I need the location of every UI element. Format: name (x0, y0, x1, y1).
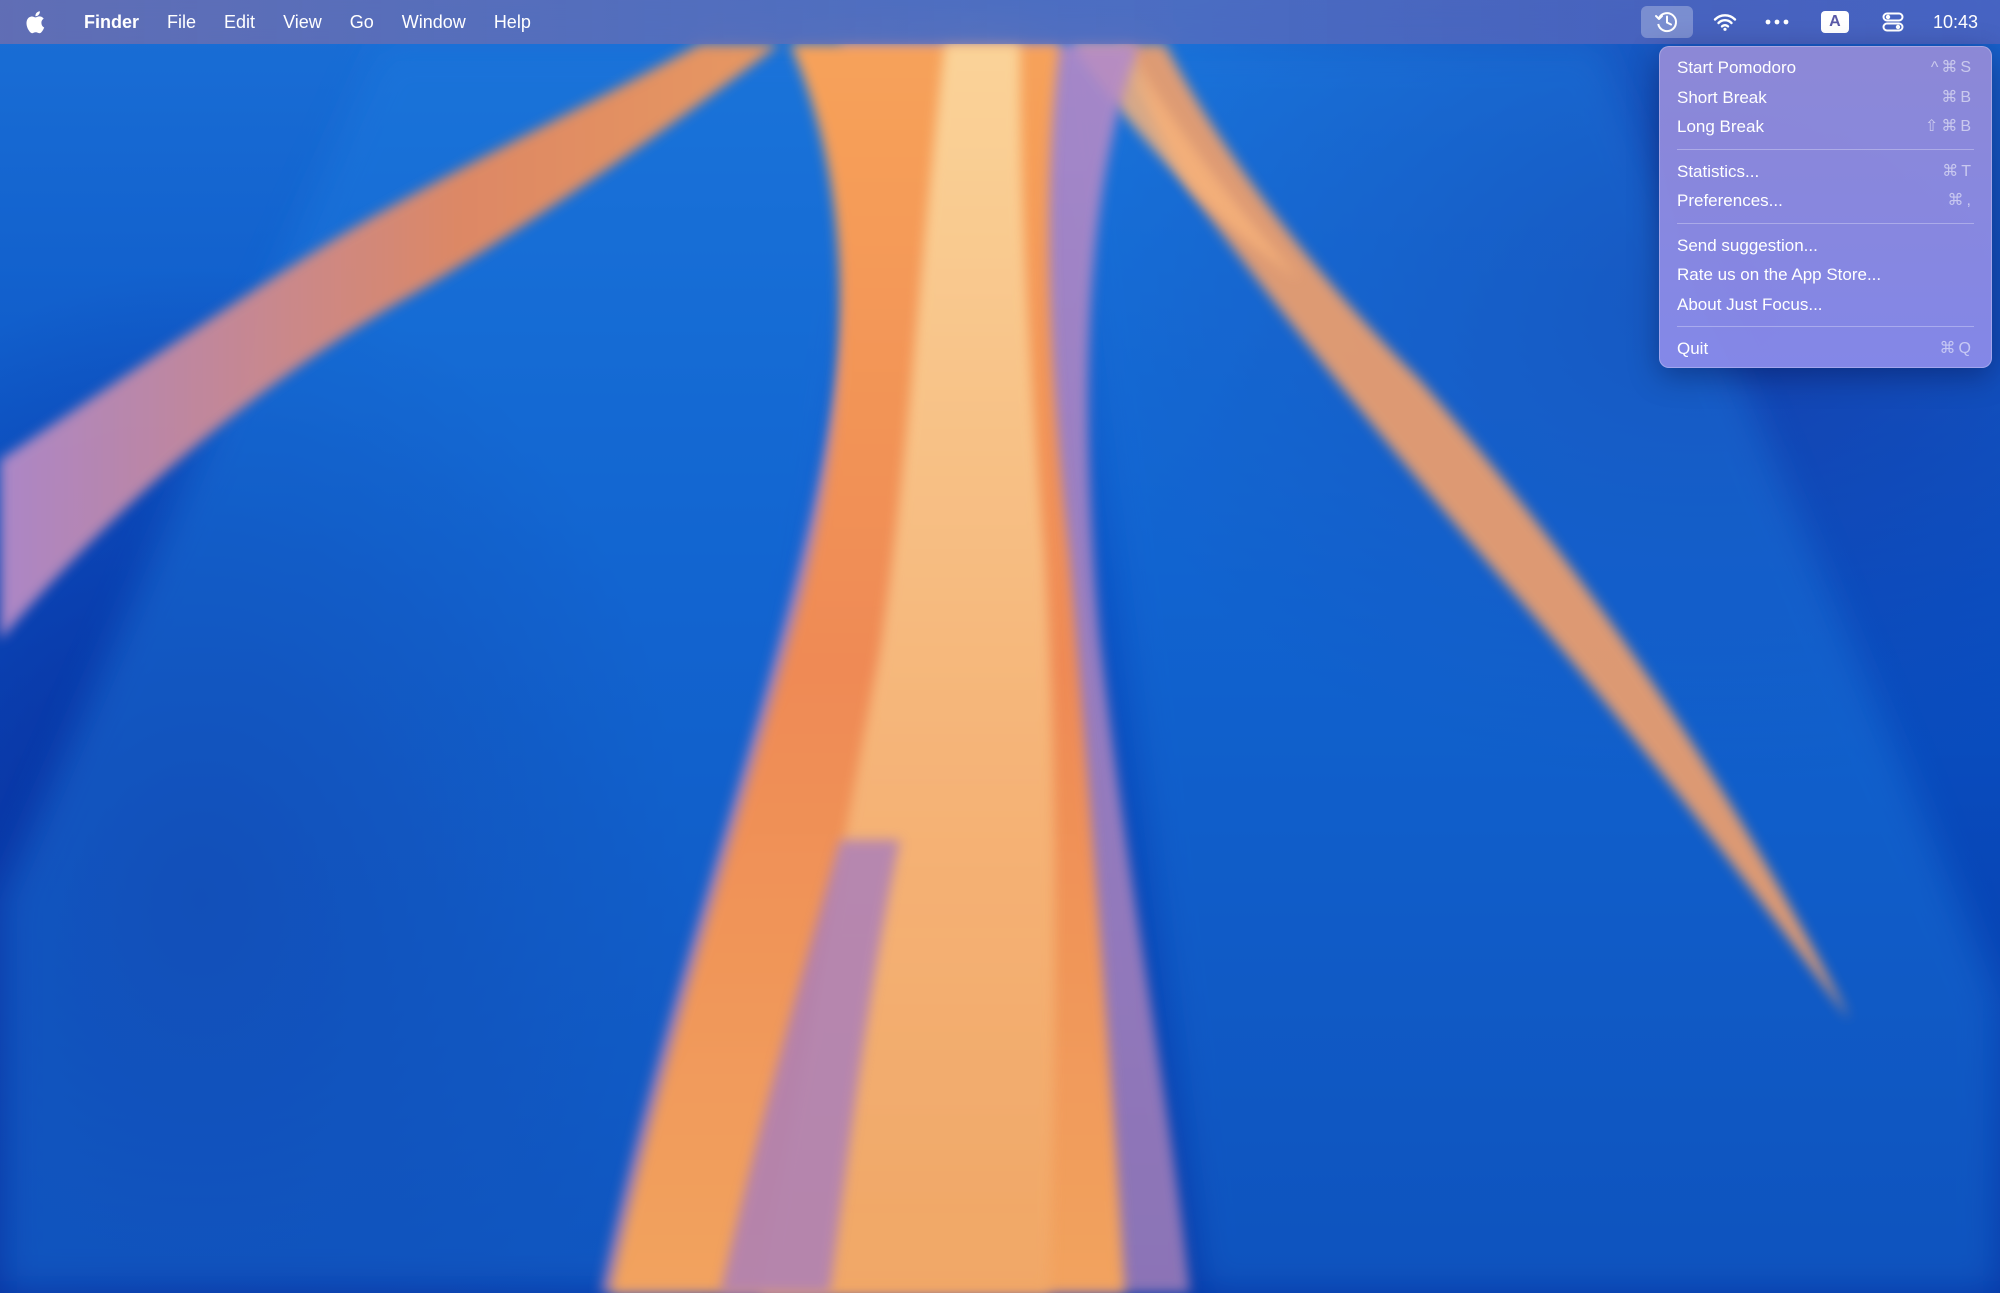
menubar-clock[interactable]: 10:43 (1919, 12, 2000, 33)
menu-bar: Finder File Edit View Go Window Help A 1… (0, 0, 2000, 44)
menu-item-shortcut: ⌘T (1942, 162, 1974, 180)
menu-item-shortcut: ⌘B (1941, 88, 1974, 106)
menu-item-shortcut: ⌘Q (1939, 340, 1974, 357)
apple-logo-icon[interactable] (0, 0, 70, 44)
menu-item-label: Start Pomodoro (1677, 58, 1797, 77)
menu-item-quit[interactable]: Quit ⌘Q (1659, 334, 1992, 364)
menu-item-statistics[interactable]: Statistics... ⌘T (1659, 157, 1992, 187)
control-center-icon[interactable] (1873, 6, 1913, 38)
keyboard-input-icon[interactable]: A (1809, 6, 1861, 38)
menu-item-label: Preferences... (1677, 191, 1783, 210)
menu-item-label: Long Break (1677, 117, 1764, 136)
menu-item-shortcut: ^⌘S (1930, 59, 1974, 76)
menu-item-preferences[interactable]: Preferences... ⌘, (1659, 186, 1992, 216)
input-source-badge: A (1820, 11, 1849, 33)
menu-app-finder[interactable]: Finder (70, 0, 153, 44)
just-focus-timer-icon[interactable] (1640, 6, 1693, 38)
menu-item-rate-app-store[interactable]: Rate us on the App Store... (1659, 260, 1992, 290)
menu-file[interactable]: File (153, 0, 210, 44)
wifi-icon[interactable] (1705, 6, 1745, 38)
menu-item-start-pomodoro[interactable]: Start Pomodoro ^⌘S (1659, 53, 1992, 83)
menu-go[interactable]: Go (336, 0, 388, 44)
menu-item-label: Short Break (1677, 87, 1767, 107)
menu-edit[interactable]: Edit (210, 0, 269, 44)
just-focus-menu: Start Pomodoro ^⌘S Short Break ⌘B Long B… (1659, 46, 1992, 368)
menu-item-label: Quit (1677, 339, 1709, 358)
menu-view[interactable]: View (269, 0, 336, 44)
menu-help[interactable]: Help (480, 0, 545, 44)
more-icon[interactable] (1757, 6, 1797, 38)
menu-item-label: About Just Focus... (1677, 294, 1823, 314)
menu-item-shortcut: ⇧⌘B (1924, 118, 1974, 135)
menu-item-long-break[interactable]: Long Break ⇧⌘B (1659, 112, 1992, 142)
menu-item-label: Rate us on the App Store... (1677, 265, 1882, 284)
menu-item-label: Statistics... (1677, 161, 1760, 181)
menu-item-shortcut: ⌘, (1947, 192, 1974, 209)
menu-item-label: Send suggestion... (1677, 235, 1818, 255)
menu-item-send-suggestion[interactable]: Send suggestion... (1659, 231, 1992, 261)
menu-separator (1677, 326, 1974, 327)
menu-item-about[interactable]: About Just Focus... (1659, 290, 1992, 320)
menu-item-short-break[interactable]: Short Break ⌘B (1659, 83, 1992, 113)
menu-separator (1677, 148, 1974, 150)
menu-window[interactable]: Window (388, 0, 480, 44)
menu-separator (1677, 222, 1974, 224)
